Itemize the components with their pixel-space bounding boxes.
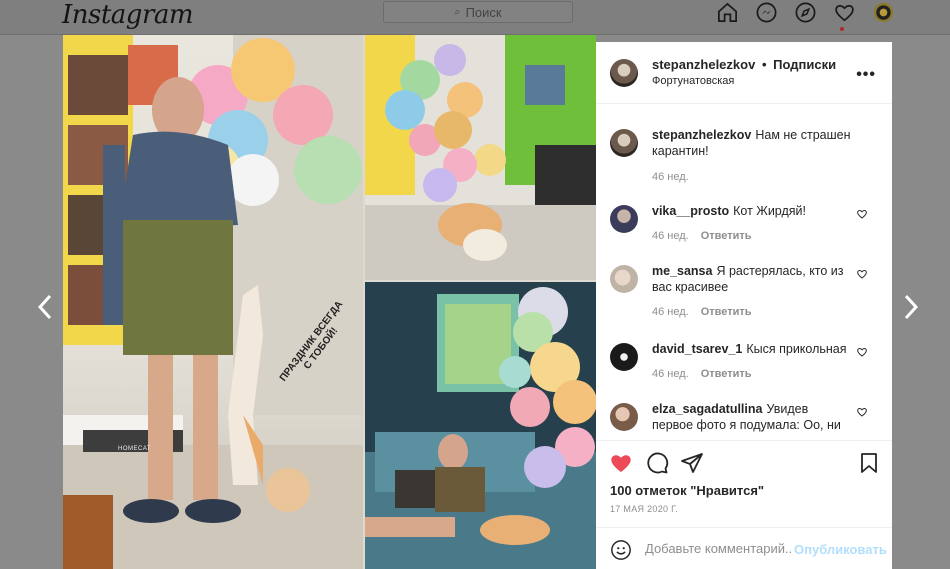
author-username[interactable]: stepanzhelezkov: [652, 57, 755, 72]
reply-button[interactable]: Ответить: [701, 368, 752, 380]
search-icon: ⌕: [454, 5, 461, 18]
comment-username[interactable]: david_tsarev_1: [652, 342, 742, 356]
publish-button[interactable]: Опубликовать: [794, 542, 887, 557]
post-location[interactable]: Фортунатовская: [652, 75, 734, 87]
home-icon[interactable]: [716, 1, 739, 24]
comment-time[interactable]: 46 нед.: [652, 306, 689, 318]
post-side-panel: stepanzhelezkov • Подписки Фортунатовска…: [596, 42, 892, 569]
photo-left: ПРАЗДНИК ВСЕГДА С ТОБОЙ! HOMECAT: [63, 35, 363, 569]
comment-item: david_tsarev_1 Кыся прикольная 46 нед. Отв…: [610, 341, 878, 386]
comment-text: Кот Жирдяй!: [733, 204, 806, 218]
reply-button[interactable]: Ответить: [701, 306, 752, 318]
photo-left-illustration: [63, 35, 363, 569]
caption-avatar[interactable]: [610, 129, 638, 157]
comment-text: Кыся прикольная: [746, 342, 847, 356]
more-options-icon[interactable]: •••: [856, 66, 876, 84]
comment-like-icon[interactable]: [856, 267, 868, 279]
photo-bottom-right-illustration: [365, 282, 596, 569]
author-avatar[interactable]: [610, 59, 638, 87]
save-bookmark-icon[interactable]: [857, 451, 881, 475]
comment-username[interactable]: me_sansa: [652, 264, 712, 278]
heart-icon[interactable]: [833, 1, 856, 24]
add-comment-bar: Опубликовать: [596, 527, 892, 569]
caption: stepanzhelezkov Нам не страшен карантин! …: [610, 127, 878, 183]
post-photo[interactable]: ПРАЗДНИК ВСЕГДА С ТОБОЙ! HOMECAT: [63, 35, 596, 569]
comment-like-icon[interactable]: [856, 345, 868, 357]
post-header: stepanzhelezkov • Подписки Фортунатовска…: [596, 42, 892, 104]
comment-like-icon[interactable]: [856, 405, 868, 417]
like-heart-icon[interactable]: [609, 451, 633, 475]
prev-arrow[interactable]: [36, 292, 56, 322]
search-box[interactable]: ⌕ Поиск: [383, 1, 573, 23]
photo-top-right-illustration: [365, 35, 596, 280]
comment-item: vika__prosto Кот Жирдяй! 46 нед. Ответить: [610, 203, 878, 248]
notification-dot: [840, 27, 844, 31]
comment-icon[interactable]: [645, 451, 669, 475]
likes-count[interactable]: 100 отметок "Нравится": [610, 483, 764, 498]
comment-item: me_sansa Я растерялась, кто из вас красив…: [610, 263, 878, 323]
commenter-avatar[interactable]: [610, 403, 638, 431]
share-icon[interactable]: [680, 451, 704, 475]
search-placeholder: Поиск: [465, 4, 502, 20]
commenter-avatar[interactable]: [610, 265, 638, 293]
post-date[interactable]: 17 МАЯ 2020 Г.: [610, 504, 678, 514]
instagram-logo[interactable]: Instagram: [62, 0, 194, 30]
comment-username[interactable]: vika__prosto: [652, 204, 729, 218]
comment-like-icon[interactable]: [856, 207, 868, 219]
comment-time[interactable]: 46 нед.: [652, 230, 689, 242]
comment-username[interactable]: elza_sagadatullina: [652, 402, 762, 416]
comment-input[interactable]: [645, 541, 793, 556]
photo-bottom-right: [365, 282, 596, 569]
commenter-avatar[interactable]: [610, 205, 638, 233]
commenter-avatar[interactable]: [610, 343, 638, 371]
comments-list[interactable]: stepanzhelezkov Нам не страшен карантин! …: [596, 105, 892, 440]
next-arrow[interactable]: [900, 292, 920, 322]
reply-button[interactable]: Ответить: [701, 230, 752, 242]
comment-item: elza_sagadatullina Увидев первое фото я п…: [610, 401, 878, 440]
photo-top-right: [365, 35, 596, 280]
comment-time[interactable]: 46 нед.: [652, 368, 689, 380]
following-button[interactable]: Подписки: [773, 57, 836, 72]
separator-dot: •: [761, 57, 767, 72]
emoji-icon[interactable]: [610, 539, 632, 561]
mat-label: HOMECAT: [118, 446, 152, 452]
explore-icon[interactable]: [794, 1, 817, 24]
top-navbar: Instagram ⌕ Поиск: [0, 0, 950, 35]
post-actions: 100 отметок "Нравится" 17 МАЯ 2020 Г.: [596, 440, 892, 522]
profile-avatar[interactable]: [872, 1, 895, 24]
caption-time[interactable]: 46 нед.: [652, 171, 689, 183]
caption-username[interactable]: stepanzhelezkov: [652, 128, 751, 142]
messenger-icon[interactable]: [755, 1, 778, 24]
